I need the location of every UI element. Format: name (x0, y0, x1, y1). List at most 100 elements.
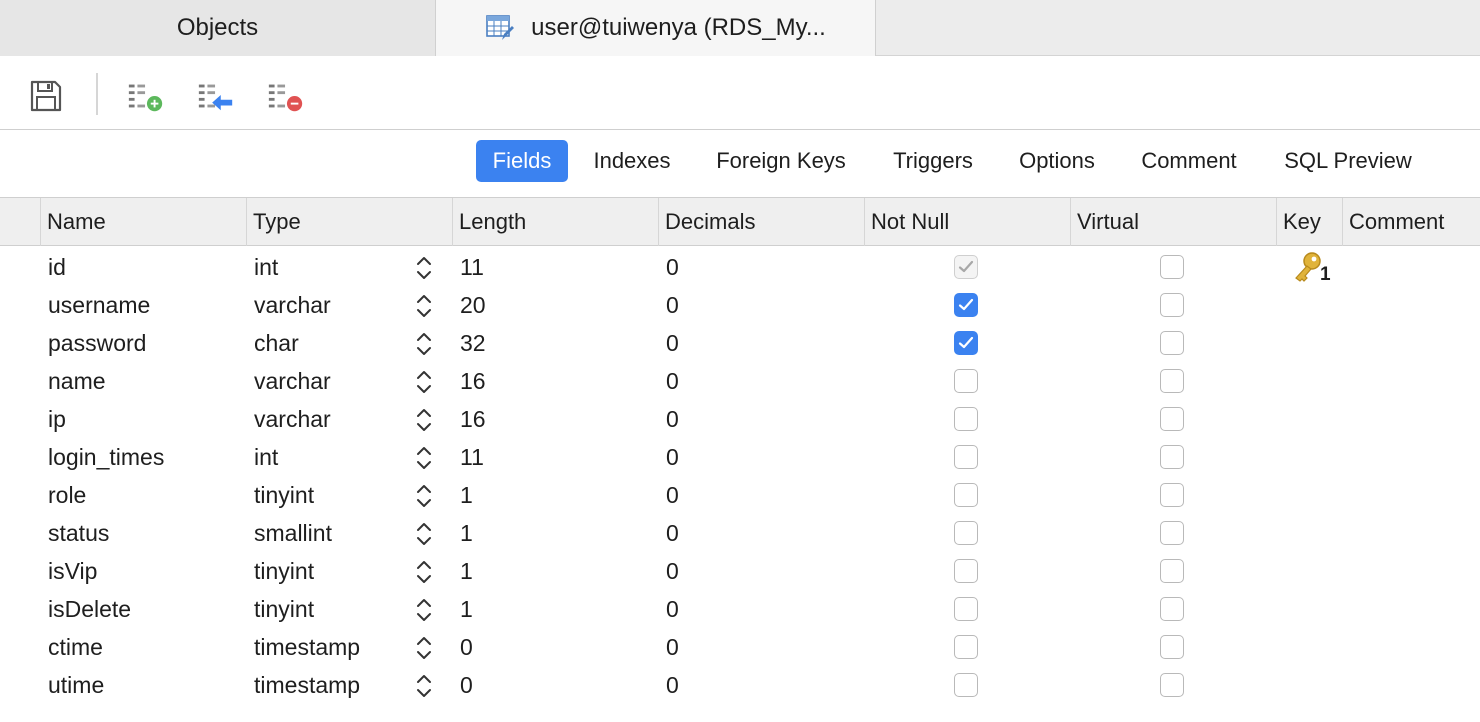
field-type-cell[interactable]: timestamp (254, 628, 404, 666)
column-header-comment[interactable]: Comment (1342, 198, 1480, 246)
delete-field-button[interactable] (266, 76, 306, 116)
virtual-checkbox[interactable] (1160, 597, 1184, 621)
type-select-icon[interactable] (416, 407, 432, 433)
virtual-checkbox[interactable] (1160, 635, 1184, 659)
virtual-checkbox[interactable] (1160, 445, 1184, 469)
field-type-cell[interactable]: varchar (254, 400, 404, 438)
field-length-cell[interactable]: 11 (460, 438, 640, 476)
type-select-icon[interactable] (416, 521, 432, 547)
table-row[interactable]: isVip tinyint 1 0 (0, 552, 1480, 590)
not-null-checkbox[interactable] (954, 673, 978, 697)
not-null-checkbox[interactable] (954, 255, 978, 279)
field-name-cell[interactable]: ctime (48, 628, 238, 666)
table-row[interactable]: isDelete tinyint 1 0 (0, 590, 1480, 628)
virtual-checkbox[interactable] (1160, 369, 1184, 393)
type-select-icon[interactable] (416, 483, 432, 509)
field-type-cell[interactable]: int (254, 248, 404, 286)
table-row[interactable]: role tinyint 1 0 (0, 476, 1480, 514)
field-decimals-cell[interactable]: 0 (666, 514, 846, 552)
field-decimals-cell[interactable]: 0 (666, 324, 846, 362)
column-header-not-null[interactable]: Not Null (864, 198, 1070, 246)
virtual-checkbox[interactable] (1160, 331, 1184, 355)
field-length-cell[interactable]: 32 (460, 324, 640, 362)
virtual-checkbox[interactable] (1160, 407, 1184, 431)
not-null-checkbox[interactable] (954, 407, 978, 431)
column-header-decimals[interactable]: Decimals (658, 198, 864, 246)
type-select-icon[interactable] (416, 293, 432, 319)
table-row[interactable]: ip varchar 16 0 (0, 400, 1480, 438)
field-name-cell[interactable]: password (48, 324, 238, 362)
virtual-checkbox[interactable] (1160, 559, 1184, 583)
column-header-virtual[interactable]: Virtual (1070, 198, 1276, 246)
column-header-length[interactable]: Length (452, 198, 658, 246)
field-length-cell[interactable]: 20 (460, 286, 640, 324)
virtual-checkbox[interactable] (1160, 521, 1184, 545)
table-row[interactable]: username varchar 20 0 (0, 286, 1480, 324)
field-type-cell[interactable]: smallint (254, 514, 404, 552)
field-length-cell[interactable]: 1 (460, 514, 640, 552)
tab-table-design[interactable]: user@tuiwenya (RDS_My... (436, 0, 876, 56)
field-name-cell[interactable]: username (48, 286, 238, 324)
tab-comment[interactable]: Comment (1124, 140, 1254, 182)
table-row[interactable]: status smallint 1 0 (0, 514, 1480, 552)
field-name-cell[interactable]: isDelete (48, 590, 238, 628)
field-decimals-cell[interactable]: 0 (666, 438, 846, 476)
not-null-checkbox[interactable] (954, 293, 978, 317)
table-row[interactable]: utime timestamp 0 0 (0, 666, 1480, 704)
field-length-cell[interactable]: 1 (460, 476, 640, 514)
field-decimals-cell[interactable]: 0 (666, 666, 846, 704)
column-header-name[interactable]: Name (40, 198, 246, 246)
virtual-checkbox[interactable] (1160, 255, 1184, 279)
not-null-checkbox[interactable] (954, 597, 978, 621)
add-field-button[interactable] (126, 76, 166, 116)
not-null-checkbox[interactable] (954, 559, 978, 583)
field-decimals-cell[interactable]: 0 (666, 590, 846, 628)
table-row[interactable]: ctime timestamp 0 0 (0, 628, 1480, 666)
field-type-cell[interactable]: char (254, 324, 404, 362)
field-length-cell[interactable]: 16 (460, 362, 640, 400)
field-name-cell[interactable]: isVip (48, 552, 238, 590)
field-type-cell[interactable]: varchar (254, 286, 404, 324)
field-decimals-cell[interactable]: 0 (666, 628, 846, 666)
type-select-icon[interactable] (416, 445, 432, 471)
not-null-checkbox[interactable] (954, 521, 978, 545)
field-name-cell[interactable]: ip (48, 400, 238, 438)
table-row[interactable]: name varchar 16 0 (0, 362, 1480, 400)
field-type-cell[interactable]: int (254, 438, 404, 476)
type-select-icon[interactable] (416, 597, 432, 623)
type-select-icon[interactable] (416, 635, 432, 661)
insert-field-button[interactable] (196, 76, 236, 116)
field-name-cell[interactable]: role (48, 476, 238, 514)
virtual-checkbox[interactable] (1160, 483, 1184, 507)
field-name-cell[interactable]: login_times (48, 438, 238, 476)
field-length-cell[interactable]: 1 (460, 552, 640, 590)
field-type-cell[interactable]: tinyint (254, 476, 404, 514)
tab-foreign-keys[interactable]: Foreign Keys (700, 140, 862, 182)
virtual-checkbox[interactable] (1160, 293, 1184, 317)
tab-fields[interactable]: Fields (476, 140, 568, 182)
table-row[interactable]: id int 11 0 1 (0, 248, 1480, 286)
field-length-cell[interactable]: 1 (460, 590, 640, 628)
type-select-icon[interactable] (416, 255, 432, 281)
type-select-icon[interactable] (416, 673, 432, 699)
not-null-checkbox[interactable] (954, 635, 978, 659)
virtual-checkbox[interactable] (1160, 673, 1184, 697)
table-row[interactable]: password char 32 0 (0, 324, 1480, 362)
field-type-cell[interactable]: tinyint (254, 552, 404, 590)
primary-key-icon[interactable]: 1 (1292, 250, 1336, 286)
tab-triggers[interactable]: Triggers (876, 140, 990, 182)
type-select-icon[interactable] (416, 331, 432, 357)
field-length-cell[interactable]: 16 (460, 400, 640, 438)
tab-sql-preview[interactable]: SQL Preview (1268, 140, 1428, 182)
field-decimals-cell[interactable]: 0 (666, 248, 846, 286)
field-decimals-cell[interactable]: 0 (666, 552, 846, 590)
tab-objects[interactable]: Objects (0, 0, 436, 56)
not-null-checkbox[interactable] (954, 483, 978, 507)
field-decimals-cell[interactable]: 0 (666, 362, 846, 400)
not-null-checkbox[interactable] (954, 331, 978, 355)
field-name-cell[interactable]: id (48, 248, 238, 286)
field-length-cell[interactable]: 0 (460, 628, 640, 666)
type-select-icon[interactable] (416, 369, 432, 395)
field-type-cell[interactable]: timestamp (254, 666, 404, 704)
not-null-checkbox[interactable] (954, 369, 978, 393)
